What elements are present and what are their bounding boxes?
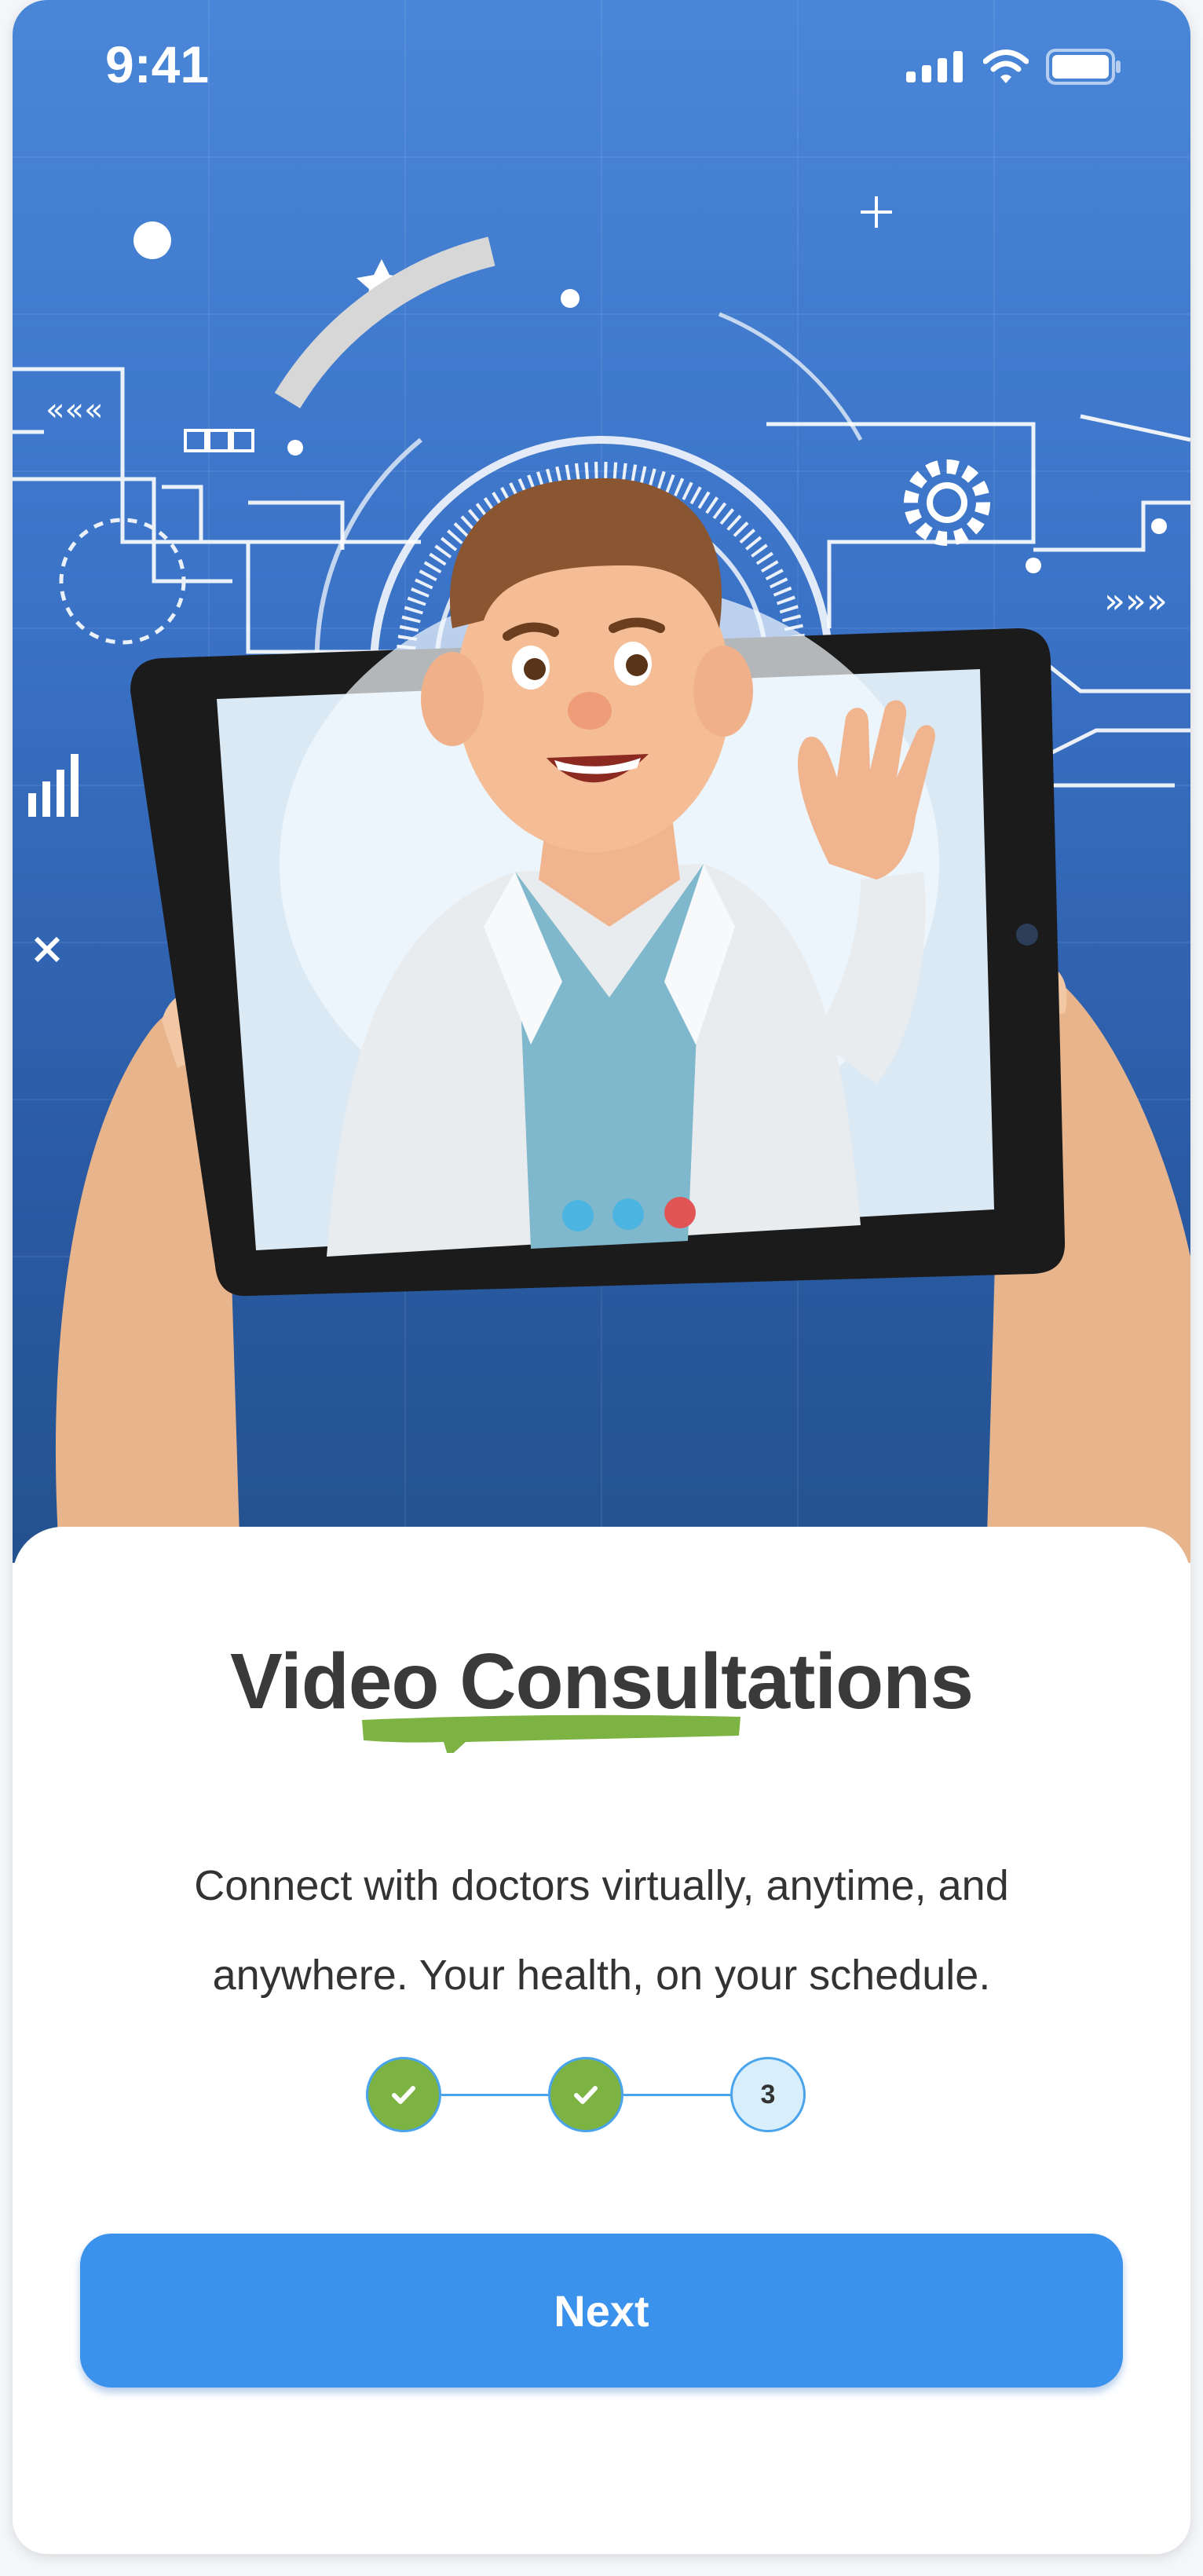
battery-icon <box>1046 49 1121 85</box>
wifi-icon <box>983 49 1029 83</box>
signal-icon <box>906 51 963 82</box>
progress-stepper: 3 <box>366 2053 837 2139</box>
stepper-connector <box>623 2094 730 2096</box>
svg-text:«««: ««« <box>46 392 103 428</box>
stepper-connector <box>441 2094 548 2096</box>
onboarding-title: Video Consultations <box>230 1637 974 1753</box>
svg-text:»»»: »»» <box>1104 581 1168 621</box>
step-2-completed <box>548 2057 623 2132</box>
checkmark-icon <box>574 2086 598 2104</box>
title-text: Video Consultations <box>230 1637 974 1725</box>
status-time: 9:41 <box>105 35 210 93</box>
description-line-2: anywhere. Your health, on your schedule. <box>212 1952 991 1999</box>
video-call-illustration: ««« »»» <box>13 0 1190 1563</box>
checkmark-icon <box>392 2086 415 2104</box>
description-line-1: Connect with doctors virtually, anytime,… <box>194 1862 1009 1909</box>
next-button[interactable]: Next <box>80 2234 1123 2388</box>
onboarding-screen: ««« »»» 9:41 Video Consultations Connect… <box>13 0 1190 2554</box>
onboarding-description: Connect with doctors virtually, anytime,… <box>130 1841 1073 2020</box>
onboarding-card: Video Consultations Connect with doctors… <box>13 1527 1190 2554</box>
step-number: 3 <box>760 2079 776 2109</box>
hero-illustration: ««« »»» 9:41 <box>13 0 1190 1563</box>
step-1-completed <box>366 2057 441 2132</box>
status-bar: 9:41 <box>13 0 1190 134</box>
step-3-current: 3 <box>730 2057 806 2132</box>
